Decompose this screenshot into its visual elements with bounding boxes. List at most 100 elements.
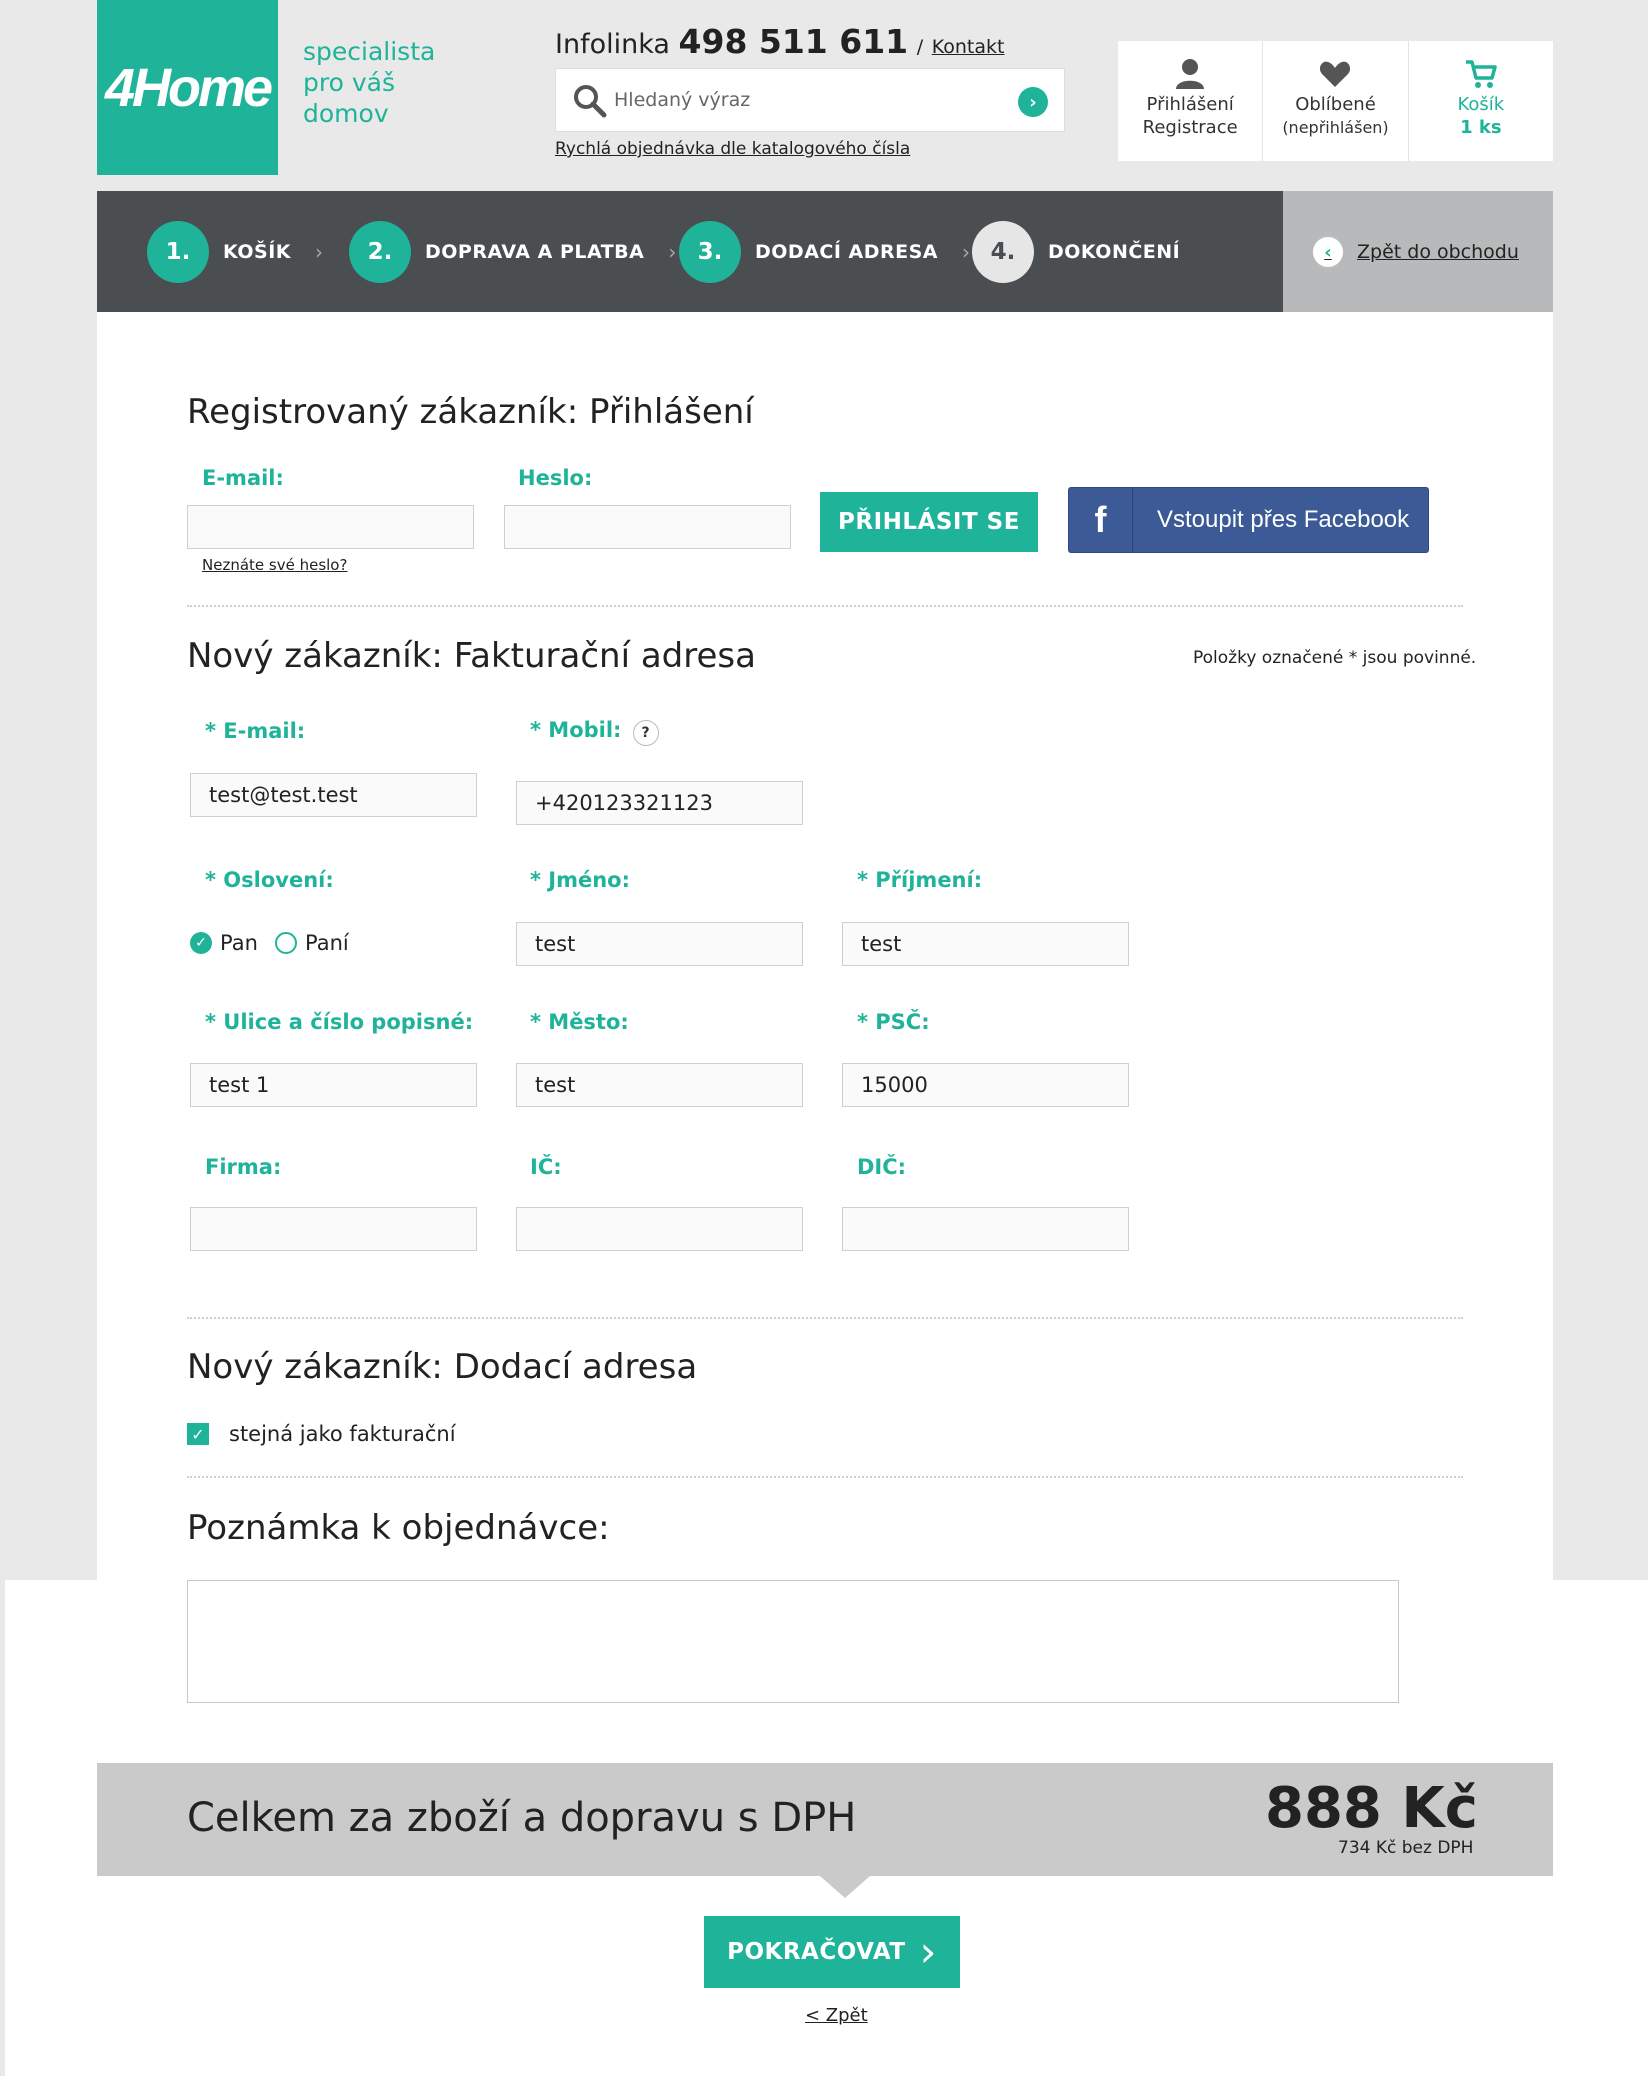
billing-email-input[interactable] <box>190 773 477 817</box>
facebook-login-button[interactable]: f Vstoupit přes Facebook <box>1068 487 1429 553</box>
street-label: * Ulice a číslo popisné: <box>205 1010 474 1034</box>
salutation-radio-pani[interactable]: Paní <box>275 931 349 955</box>
continue-button[interactable]: POKRAČOVAT › <box>704 1916 960 1988</box>
step-label: DOKONČENÍ <box>1048 241 1181 263</box>
infolinka: Infolinka 498 511 611 / Kontakt <box>555 22 1004 61</box>
salutation-radio-pan[interactable]: ✓ Pan <box>190 931 258 955</box>
city-input[interactable] <box>516 1063 803 1107</box>
step-label: DODACÍ ADRESA <box>755 241 939 263</box>
infolinka-phone: 498 511 611 <box>678 22 909 61</box>
step-finish: 4. DOKONČENÍ <box>972 221 1180 283</box>
step-number: 2. <box>349 221 411 283</box>
login-email-label: E-mail: <box>202 466 284 490</box>
step-number: 1. <box>147 221 209 283</box>
mobile-input[interactable] <box>516 781 803 825</box>
street-input[interactable] <box>190 1063 477 1107</box>
check-icon: ✓ <box>190 932 212 954</box>
cart-icon <box>1465 60 1497 88</box>
contact-link[interactable]: Kontakt <box>932 36 1005 58</box>
user-box: Přihlášení Registrace Oblíbené (nepřihlá… <box>1118 41 1553 161</box>
dic-input[interactable] <box>842 1207 1129 1251</box>
step-delivery-address[interactable]: 3. DODACÍ ADRESA › <box>679 221 970 283</box>
ic-label: IČ: <box>530 1155 562 1179</box>
radio-circle <box>275 932 297 954</box>
infolinka-label: Infolinka <box>555 29 670 60</box>
search-icon <box>574 85 607 118</box>
total-bar-notch <box>820 1876 870 1898</box>
facebook-icon: f <box>1069 488 1133 552</box>
tagline-line: pro váš <box>303 68 395 97</box>
back-link[interactable]: < Zpět <box>805 2005 868 2026</box>
login-email-input[interactable] <box>187 505 474 549</box>
note-section-title: Poznámka k objednávce: <box>187 1508 610 1548</box>
total-label: Celkem za zboží a dopravu s DPH <box>187 1795 857 1841</box>
radio-label: Paní <box>305 931 349 955</box>
step-number: 3. <box>679 221 741 283</box>
same-as-billing-checkbox[interactable]: ✓ stejná jako fakturační <box>187 1422 456 1446</box>
divider <box>187 1317 1463 1319</box>
checkout-steps: 1. KOŠÍK › 2. DOPRAVA A PLATBA › 3. DODA… <box>97 191 1283 312</box>
firstname-label: * Jméno: <box>530 868 631 892</box>
heart-icon <box>1320 61 1351 87</box>
favorites-label: Oblíbené <box>1295 94 1376 115</box>
chevron-right-icon: › <box>1029 91 1037 113</box>
favorites-status: (nepřihlášen) <box>1282 118 1389 137</box>
company-label: Firma: <box>205 1155 282 1179</box>
search-input[interactable] <box>614 81 994 119</box>
separator: / <box>916 36 924 58</box>
login-password-input[interactable] <box>504 505 791 549</box>
back-to-shop-link[interactable]: ‹ Zpět do obchodu <box>1313 237 1519 267</box>
total-net-price: 734 Kč bez DPH <box>1338 1838 1474 1858</box>
forgot-password-link[interactable]: Neznáte své heslo? <box>202 556 347 574</box>
logo-text: 4Home <box>104 57 273 118</box>
tagline-line: specialista <box>303 37 436 66</box>
register-label: Registrace <box>1142 117 1238 138</box>
lastname-label: * Příjmení: <box>857 868 983 892</box>
back-bar: ‹ Zpět do obchodu <box>1283 191 1553 312</box>
search-box: › <box>555 68 1065 132</box>
firstname-input[interactable] <box>516 922 803 966</box>
login-register-button[interactable]: Přihlášení Registrace <box>1118 41 1264 161</box>
continue-button-label: POKRAČOVAT <box>727 1939 906 1965</box>
step-label: DOPRAVA A PLATBA <box>425 241 645 263</box>
zip-label: * PSČ: <box>857 1010 930 1034</box>
favorites-button[interactable]: Oblíbené (nepřihlášen) <box>1263 41 1409 161</box>
ic-input[interactable] <box>516 1207 803 1251</box>
zip-input[interactable] <box>842 1063 1129 1107</box>
tagline: specialista pro váš domov <box>303 36 463 129</box>
salutation-label: * Oslovení: <box>205 868 334 892</box>
cart-count: 1 ks <box>1460 117 1502 138</box>
login-label: Přihlášení <box>1146 94 1234 115</box>
required-note: Položky označené * jsou povinné. <box>1193 648 1477 668</box>
login-password-label: Heslo: <box>518 466 593 490</box>
lastname-input[interactable] <box>842 922 1129 966</box>
tagline-line: domov <box>303 99 389 128</box>
help-icon[interactable]: ? <box>632 719 659 746</box>
delivery-section-title: Nový zákazník: Dodací adresa <box>187 1347 698 1387</box>
cart-button[interactable]: Košík 1 ks <box>1409 41 1553 161</box>
billing-email-label: * E-mail: <box>205 719 306 743</box>
divider <box>187 605 1463 607</box>
company-input[interactable] <box>190 1207 477 1251</box>
facebook-button-label: Vstoupit přes Facebook <box>1157 506 1410 533</box>
divider <box>187 1476 1463 1478</box>
back-to-shop-label: Zpět do obchodu <box>1357 241 1519 263</box>
search-submit-button[interactable]: › <box>1018 87 1048 117</box>
step-shipping-payment[interactable]: 2. DOPRAVA A PLATBA › <box>349 221 676 283</box>
login-button[interactable]: PŘIHLÁSIT SE <box>820 492 1038 552</box>
step-cart[interactable]: 1. KOŠÍK › <box>147 221 323 283</box>
user-icon <box>1176 59 1205 89</box>
step-label: KOŠÍK <box>223 241 291 263</box>
chevron-right-icon: › <box>962 240 971 264</box>
order-note-textarea[interactable] <box>187 1580 1399 1703</box>
mobile-label: * Mobil: <box>530 718 622 742</box>
chevron-right-icon: › <box>315 240 323 264</box>
same-as-billing-label: stejná jako fakturační <box>229 1422 456 1446</box>
quick-order-link[interactable]: Rychlá objednávka dle katalogového čísla <box>555 139 910 159</box>
cart-label: Košík <box>1457 94 1505 115</box>
logo[interactable]: 4Home <box>97 0 278 175</box>
total-price: 888 Kč <box>1265 1776 1478 1841</box>
chevron-right-icon: › <box>668 240 677 264</box>
billing-section-title: Nový zákazník: Fakturační adresa <box>187 636 756 676</box>
check-icon: ✓ <box>187 1423 209 1445</box>
